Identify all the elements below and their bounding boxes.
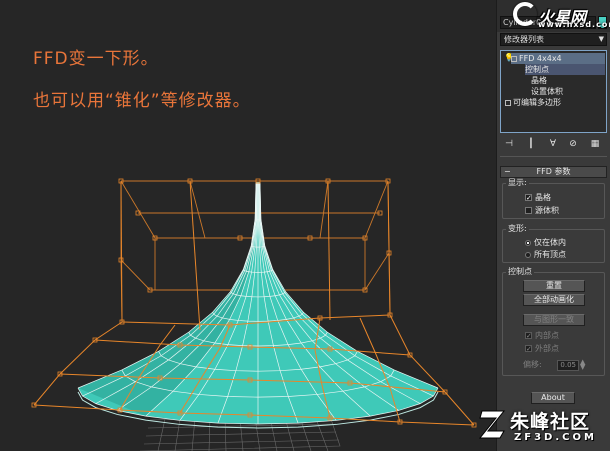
checkbox-lattice[interactable]: ✓ 晶格	[525, 193, 551, 203]
checkbox-outside-points[interactable]: ✓ 外部点	[525, 344, 559, 354]
rollout-ffd-parameters[interactable]: − FFD 参数	[500, 166, 607, 178]
stack-item-control-points[interactable]: 控制点	[525, 64, 605, 75]
group-deform-title: 变形:	[506, 224, 529, 234]
radio-inside-volume-label: 仅在体内	[534, 238, 566, 247]
checkbox-inside-points[interactable]: ✓ 内部点	[525, 331, 559, 341]
radio-selected-icon	[525, 239, 531, 246]
stack-item-label: 晶格	[531, 76, 547, 85]
offset-spinner[interactable]: 偏移: 0.05 ▲ ▼	[523, 359, 593, 371]
checkbox-outside-points-label: 外部点	[535, 344, 559, 353]
perspective-viewport[interactable]: FFD变一下形。 也可以用“锥化”等修改器。	[0, 0, 496, 451]
stack-item-set-volume[interactable]: 设置体积	[531, 86, 563, 97]
checkbox-checked-icon: ✓	[525, 332, 532, 340]
configure-modifier-sets-icon[interactable]: ▦	[588, 137, 602, 151]
spinner-arrows-icon[interactable]: ▲ ▼	[580, 359, 585, 371]
conform-to-shape-button[interactable]: 与图形一致	[523, 314, 585, 326]
checkbox-inside-points-label: 内部点	[535, 331, 559, 340]
stack-item-label: 可编辑多边形	[513, 98, 561, 107]
group-display-title: 显示:	[506, 178, 529, 188]
modifier-list-dropdown[interactable]: 修改器列表 ▼	[500, 33, 607, 46]
about-button[interactable]: About	[531, 392, 575, 404]
radio-inside-volume[interactable]: 仅在体内	[525, 238, 566, 248]
offset-label: 偏移:	[523, 360, 542, 369]
group-display: 显示: ✓ 晶格 源体积	[502, 178, 605, 219]
offset-value-field[interactable]: 0.05	[557, 360, 579, 371]
rollout-title: FFD 参数	[536, 167, 571, 176]
minus-icon: −	[504, 167, 511, 176]
stack-item-label: 设置体积	[531, 87, 563, 96]
stack-item-lattice[interactable]: 晶格	[531, 75, 547, 86]
expand-icon[interactable]	[505, 99, 511, 106]
collapse-icon[interactable]	[511, 55, 517, 62]
animate-all-button[interactable]: 全部动画化	[523, 294, 585, 306]
caption-taper: 也可以用“锥化”等修改器。	[33, 91, 251, 111]
checkbox-source-volume[interactable]: 源体积	[525, 206, 559, 216]
pin-stack-icon[interactable]: ⊣	[502, 137, 516, 151]
divider	[500, 156, 607, 157]
zf3d-logo-mark	[478, 410, 506, 439]
hxsd-logo-mark	[513, 2, 537, 26]
caption-ffd: FFD变一下形。	[33, 49, 159, 69]
checkbox-unchecked-icon	[525, 207, 532, 214]
radio-all-vertices[interactable]: 所有顶点	[525, 250, 566, 260]
radio-unselected-icon	[525, 251, 531, 258]
stack-item-ffd[interactable]: FFD 4x4x4	[511, 53, 605, 64]
checkbox-checked-icon: ✓	[525, 345, 532, 353]
tapered-cylinder-mesh[interactable]	[77, 181, 439, 429]
stack-item-editable-poly[interactable]: 可编辑多边形	[505, 97, 561, 108]
stack-toolbar: ⊣ ┃ ∀ ⊘ ▦	[500, 137, 607, 151]
group-deform: 变形: 仅在体内 所有顶点	[502, 224, 605, 263]
checkbox-source-volume-label: 源体积	[535, 206, 559, 215]
checkbox-lattice-label: 晶格	[535, 193, 551, 202]
checkbox-checked-icon: ✓	[525, 194, 532, 202]
zf3d-logo-name: 朱峰社区	[510, 411, 591, 433]
chevron-down-icon: ▼	[598, 35, 604, 43]
remove-modifier-icon[interactable]: ⊘	[566, 137, 580, 151]
radio-all-vertices-label: 所有顶点	[534, 250, 566, 259]
stack-item-label: 控制点	[525, 65, 549, 74]
group-control-points-title: 控制点	[506, 267, 534, 277]
command-panel: Cylinder01 修改器列表 ▼ 💡 FFD 4x4x4 控制点 晶格 设置…	[496, 0, 610, 451]
modifier-list-label: 修改器列表	[504, 35, 544, 44]
stack-item-label: FFD 4x4x4	[519, 54, 562, 63]
group-control-points: 控制点 重置 全部动画化 与图形一致 ✓ 内部点 ✓ 外部点 偏移: 0.05 ▲ ▼	[502, 267, 605, 376]
make-unique-icon[interactable]: ∀	[546, 137, 560, 151]
show-end-result-icon[interactable]: ┃	[524, 137, 538, 151]
reset-button[interactable]: 重置	[523, 280, 585, 292]
zf3d-logo-url: ZF3D.COM	[514, 432, 597, 443]
hxsd-logo-url: www.hxsd.com	[538, 20, 610, 29]
modifier-stack[interactable]: 💡 FFD 4x4x4 控制点 晶格 设置体积 可编辑多边形	[500, 50, 607, 133]
